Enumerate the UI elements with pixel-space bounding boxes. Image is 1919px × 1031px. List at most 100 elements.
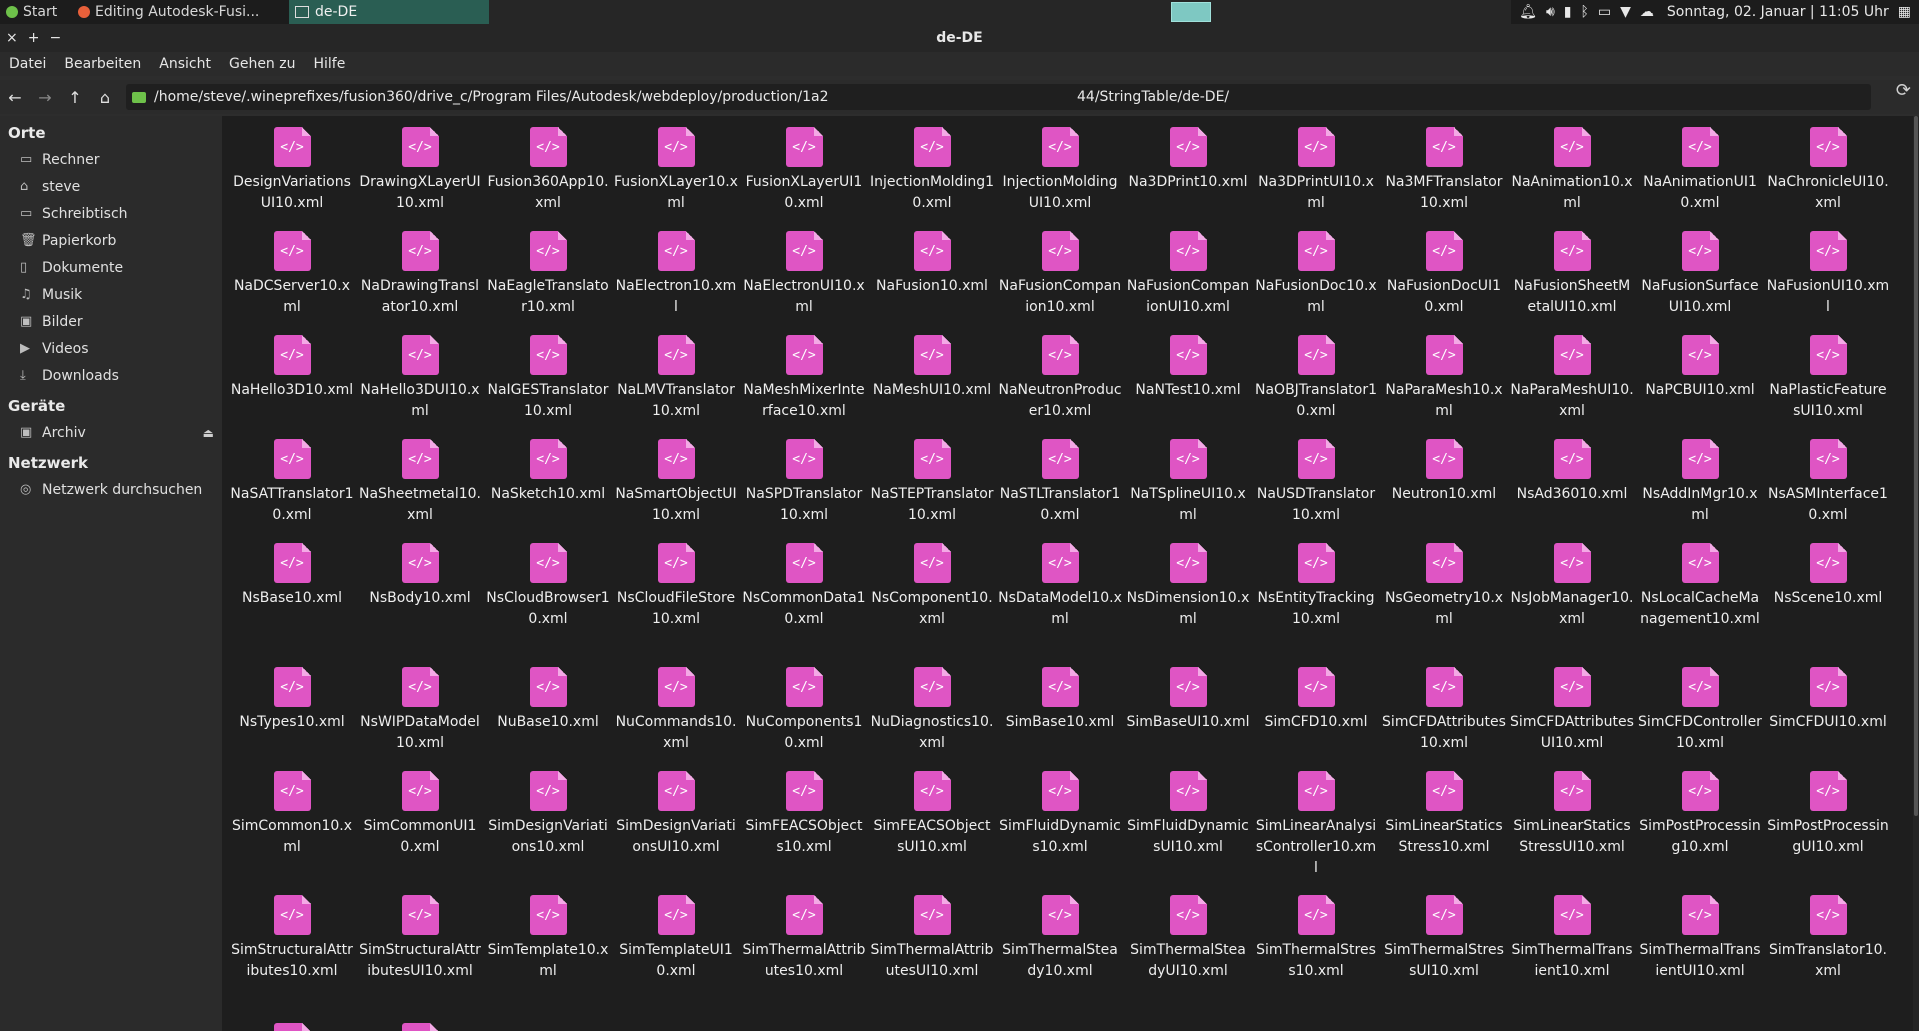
menu-file[interactable]: Datei xyxy=(0,56,55,72)
forward-icon[interactable]: → xyxy=(30,88,60,107)
file-item[interactable]: </> NaDCServer10.xml xyxy=(228,220,356,318)
file-item[interactable]: </> NaSTEPTranslator10.xml xyxy=(868,428,996,526)
file-item[interactable]: </> SimFEACSObjectsUI10.xml xyxy=(868,760,996,858)
file-item[interactable]: </> SimDesignVariations10.xml xyxy=(484,760,612,858)
file-item[interactable]: </> NuBase10.xml xyxy=(484,656,612,733)
file-item[interactable]: </> NuCommands10.xml xyxy=(612,656,740,754)
file-item[interactable]: </> NsASMInterface10.xml xyxy=(1764,428,1892,526)
file-item[interactable]: </> NsBody10.xml xyxy=(356,532,484,609)
file-item[interactable]: </> NuDiagnostics10.xml xyxy=(868,656,996,754)
file-item[interactable]: </> SimThermalSteady10.xml xyxy=(996,884,1124,982)
file-item[interactable]: </> InjectionMolding10.xml xyxy=(868,116,996,214)
file-item[interactable]: </> SimBase10.xml xyxy=(996,656,1124,733)
file-item[interactable]: </> SimStructuralAttributes10.xml xyxy=(228,884,356,982)
workspace-switcher[interactable] xyxy=(1171,2,1211,22)
file-item[interactable]: </> NaParaMeshUI10.xml xyxy=(1508,324,1636,422)
file-item[interactable]: </> SimThermalStressUI10.xml xyxy=(1380,884,1508,982)
file-item[interactable]: </> NsAddInMgr10.xml xyxy=(1636,428,1764,526)
file-item[interactable]: </> NaSATTranslator10.xml xyxy=(228,428,356,526)
scrollbar-thumb[interactable] xyxy=(1914,116,1918,816)
file-item[interactable]: </> NaSketch10.xml xyxy=(484,428,612,505)
file-item[interactable]: </> SimFEACSObjects10.xml xyxy=(740,760,868,858)
file-item[interactable]: </> SimLinearStaticsStress10.xml xyxy=(1380,760,1508,858)
taskbar-item-firefox[interactable]: Editing Autodesk-Fusi... xyxy=(72,0,289,24)
file-item[interactable]: </> SimCommon10.xml xyxy=(228,760,356,858)
file-item[interactable]: </> NuComponents10.xml xyxy=(740,656,868,754)
file-item[interactable]: </> NsJobManager10.xml xyxy=(1508,532,1636,630)
sidebar-item-videos[interactable]: ▶ Videos xyxy=(0,335,222,362)
menu-view[interactable]: Ansicht xyxy=(150,56,220,72)
wifi-icon[interactable]: ▼ xyxy=(1620,4,1631,20)
file-item[interactable]: </> NaMeshMixerInterface10.xml xyxy=(740,324,868,422)
scrollbar[interactable] xyxy=(1913,116,1919,1031)
file-item[interactable]: </> NaIGESTranslator10.xml xyxy=(484,324,612,422)
file-item[interactable]: </> SimThermalStress10.xml xyxy=(1252,884,1380,982)
file-item[interactable]: </> SimDesignVariationsUI10.xml xyxy=(612,760,740,858)
home-icon[interactable]: ⌂ xyxy=(90,88,120,107)
start-button[interactable]: Start xyxy=(0,0,72,24)
file-item[interactable]: </> FusionXLayer10.xml xyxy=(612,116,740,214)
file-item[interactable]: </> NaFusionSheetMetalUI10.xml xyxy=(1508,220,1636,318)
file-item[interactable]: </> NaMeshUI10.xml xyxy=(868,324,996,401)
file-item[interactable]: </> NaPCBUI10.xml xyxy=(1636,324,1764,401)
file-item[interactable]: </> DesignVariationsUI10.xml xyxy=(228,116,356,214)
file-item[interactable]: </> NaFusionCompanionUI10.xml xyxy=(1124,220,1252,318)
file-item[interactable]: </> NsComponent10.xml xyxy=(868,532,996,630)
sidebar-item-steve[interactable]: ⌂ steve xyxy=(0,173,222,200)
file-item[interactable]: </> SimCFDUI10.xml xyxy=(1764,656,1892,733)
file-item[interactable]: </> DrawingXLayerUI10.xml xyxy=(356,116,484,214)
taskbar-item-folder[interactable]: de-DE xyxy=(289,0,489,24)
file-item[interactable]: </> InjectionMoldingUI10.xml xyxy=(996,116,1124,214)
file-item[interactable]: </> NsGeometry10.xml xyxy=(1380,532,1508,630)
file-item[interactable]: </> NaChronicleUI10.xml xyxy=(1764,116,1892,214)
file-item[interactable]: </> NaTSplineUI10.xml xyxy=(1124,428,1252,526)
file-item[interactable]: </> SimTranslator10.xml xyxy=(1764,884,1892,982)
back-icon[interactable]: ← xyxy=(0,88,30,107)
file-item[interactable]: </> Na3MFTranslator10.xml xyxy=(1380,116,1508,214)
battery-icon[interactable]: ▮ xyxy=(1564,4,1572,20)
file-item[interactable]: </> NaDrawingTranslator10.xml xyxy=(356,220,484,318)
close-icon[interactable]: × xyxy=(6,30,18,46)
file-item[interactable]: </> NaSPDTranslator10.xml xyxy=(740,428,868,526)
path-input[interactable]: /home/steve/.wineprefixes/fusion360/driv… xyxy=(126,84,1871,110)
display-icon[interactable]: ▭ xyxy=(1598,4,1611,20)
file-item[interactable]: </> SimThermalAttributesUI10.xml xyxy=(868,884,996,982)
file-item[interactable]: </> SimCommonUI10.xml xyxy=(356,760,484,858)
file-item[interactable]: </> NsCloudFileStore10.xml xyxy=(612,532,740,630)
file-item[interactable]: </> NaSheetmetal10.xml xyxy=(356,428,484,526)
weather-icon[interactable]: ☁︎ xyxy=(1640,4,1654,20)
volume-icon[interactable]: 🔊︎ xyxy=(1546,4,1555,20)
file-item[interactable]: </> NaFusion10.xml xyxy=(868,220,996,297)
file-item[interactable]: </> NaSmartObjectUI10.xml xyxy=(612,428,740,526)
file-item[interactable]: </> SimTemplate10.xml xyxy=(484,884,612,982)
file-item[interactable]: </> NsCommonData10.xml xyxy=(740,532,868,630)
file-item[interactable]: </> NaNTest10.xml xyxy=(1124,324,1252,401)
menu-edit[interactable]: Bearbeiten xyxy=(55,56,150,72)
file-item[interactable]: </> NsCloudBrowser10.xml xyxy=(484,532,612,630)
sidebar-item-schreibtisch[interactable]: ▭ Schreibtisch xyxy=(0,200,222,227)
sidebar-item-rechner[interactable]: ▭ Rechner xyxy=(0,146,222,173)
file-item[interactable]: </> NsAd36010.xml xyxy=(1508,428,1636,505)
file-item[interactable]: </> NsBase10.xml xyxy=(228,532,356,609)
sidebar-item-papierkorb[interactable]: 🗑︎ Papierkorb xyxy=(0,227,222,254)
calendar-icon[interactable]: ▦ xyxy=(1898,4,1911,20)
file-item[interactable]: </> NsDimension10.xml xyxy=(1124,532,1252,630)
file-item[interactable]: </> SimThermalAttributes10.xml xyxy=(740,884,868,982)
bluetooth-icon[interactable]: ᛒ xyxy=(1580,4,1588,20)
file-item[interactable]: </> xyxy=(228,1012,356,1031)
file-item[interactable]: </> SimPostProcessing10.xml xyxy=(1636,760,1764,858)
file-item[interactable]: </> NaElectron10.xml xyxy=(612,220,740,318)
sidebar-item-netzwerk-durchsuchen[interactable]: ◎ Netzwerk durchsuchen xyxy=(0,476,222,503)
maximize-icon[interactable]: + xyxy=(28,30,40,46)
file-item[interactable]: </> SimLinearAnalysisController10.xml xyxy=(1252,760,1380,879)
file-item[interactable]: </> NaHello3D10.xml xyxy=(228,324,356,401)
file-item[interactable]: </> SimThermalSteadyUI10.xml xyxy=(1124,884,1252,982)
file-item[interactable]: </> NaLMVTranslator10.xml xyxy=(612,324,740,422)
file-item[interactable]: </> Neutron10.xml xyxy=(1380,428,1508,505)
sidebar-item-musik[interactable]: ♫ Musik xyxy=(0,281,222,308)
file-item[interactable]: </> Na3DPrintUI10.xml xyxy=(1252,116,1380,214)
file-item[interactable]: </> SimCFDAttributesUI10.xml xyxy=(1508,656,1636,754)
file-item[interactable]: </> xyxy=(356,1012,484,1031)
file-item[interactable]: </> NaElectronUI10.xml xyxy=(740,220,868,318)
file-item[interactable]: </> Fusion360App10.xml xyxy=(484,116,612,214)
